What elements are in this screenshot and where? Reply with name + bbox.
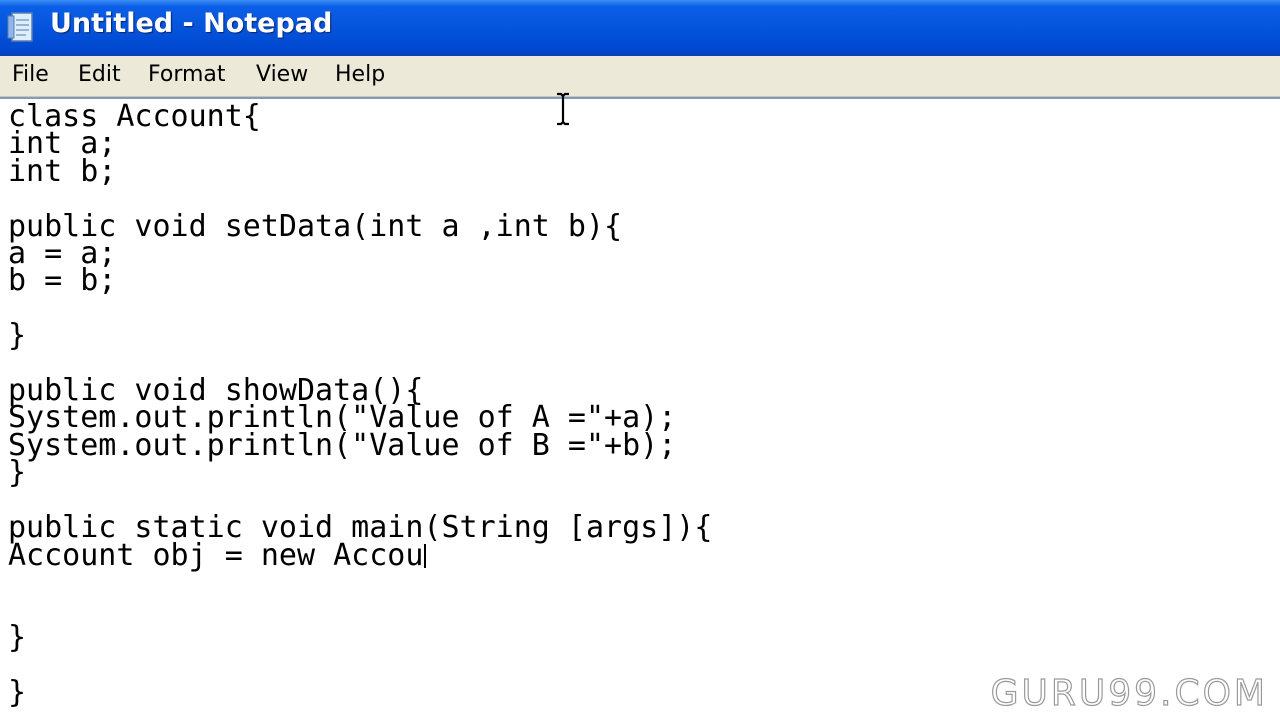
notepad-icon (7, 12, 33, 42)
watermark: GURU99.COM (990, 672, 1268, 714)
code-line: System.out.println("Value of B ="+b); (8, 427, 677, 463)
menu-help[interactable]: Help (335, 62, 385, 87)
menu-edit[interactable]: Edit (78, 62, 121, 87)
title-bar[interactable]: Untitled - Notepad (0, 0, 1280, 56)
editor-area[interactable]: class Account{int a; int b; public void s… (0, 97, 1280, 720)
code-line: int a; (8, 126, 117, 162)
notepad-window: Untitled - Notepad File Edit Format View… (0, 0, 1280, 720)
code-line: } (8, 318, 27, 354)
code-line: Account obj = new Accou (8, 540, 1268, 570)
code-line: int b; (8, 153, 117, 189)
code-line: a = a; (8, 236, 117, 272)
menu-file[interactable]: File (12, 62, 49, 87)
text-editor[interactable]: class Account{int a; int b; public void s… (8, 103, 1268, 718)
menu-bar: File Edit Format View Help (0, 56, 1280, 97)
code-line: } (8, 619, 27, 655)
text-caret (424, 543, 427, 568)
window-title: Untitled - Notepad (50, 8, 333, 39)
menu-format[interactable]: Format (148, 62, 226, 87)
code-line: b = b; (8, 263, 117, 299)
code-line: class Account{ (8, 103, 261, 134)
code-line: public void setData(int a ,int b){ (8, 208, 623, 244)
menu-view[interactable]: View (256, 62, 308, 87)
ibeam-cursor-icon (557, 92, 569, 126)
code-line: } (8, 455, 27, 491)
